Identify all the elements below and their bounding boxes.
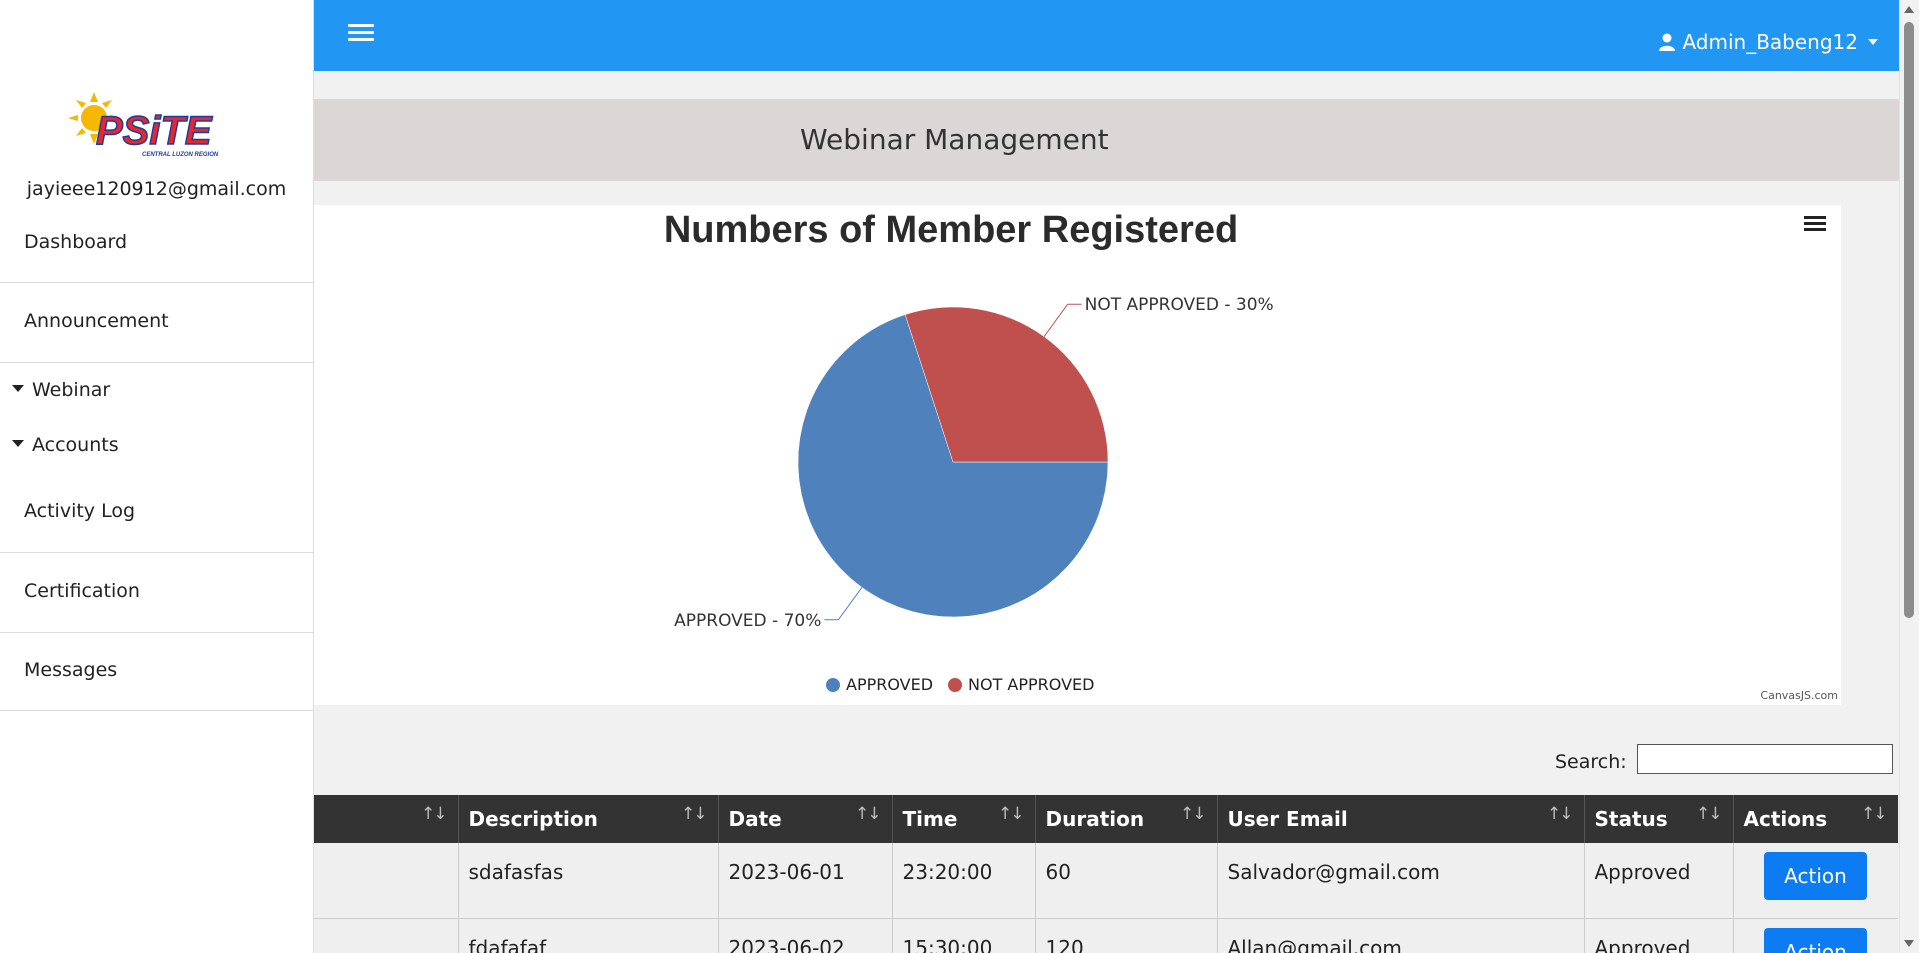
sidebar-item-dashboard[interactable]: Dashboard — [0, 231, 313, 283]
cell-status: Approved — [1584, 843, 1734, 919]
legend-label[interactable]: APPROVED — [846, 675, 933, 694]
page-title: Webinar Management — [800, 123, 1109, 156]
action-button[interactable]: Action — [1764, 852, 1867, 900]
cell-title — [313, 843, 459, 919]
column-header-actions[interactable]: Actions ↑↓ — [1733, 795, 1898, 843]
user-name: Admin_Babeng12 — [1682, 30, 1858, 54]
sidebar-item-certification[interactable]: Certification — [0, 580, 313, 633]
sidebar-email: jayieee120912@gmail.com — [26, 178, 287, 200]
search-input[interactable] — [1637, 744, 1893, 774]
chart-container: Numbers of Member Registered APPROVED - … — [313, 205, 1841, 705]
page-scrollbar[interactable] — [1899, 0, 1919, 953]
cell-actions: Action — [1733, 843, 1898, 919]
legend-marker[interactable] — [948, 678, 962, 692]
cell-time: 15:30:00 — [892, 918, 1036, 953]
top-navbar: Admin_Babeng12 — [313, 0, 1900, 71]
cell-date: 2023-06-01 — [718, 843, 893, 919]
column-header-time[interactable]: Time ↑↓ — [892, 795, 1036, 843]
sidebar-item-activity-log[interactable]: Activity Log — [0, 500, 313, 553]
cell-description: sdafasfas — [458, 843, 719, 919]
pie-chart: Numbers of Member Registered APPROVED - … — [664, 209, 1274, 694]
sidebar-item-label: Certification — [24, 580, 140, 602]
psite-logo: PSiTE CENTRAL LUZON REGION — [68, 92, 219, 158]
sidebar-item-accounts[interactable]: Accounts — [0, 434, 313, 464]
column-header-description[interactable]: Description ↑↓ — [458, 795, 719, 843]
cell-email: Salvador@gmail.com — [1217, 843, 1585, 919]
webinar-table-container: ↑↓ Description ↑↓ Date ↑↓ Time ↑↓ Duration ↑… — [313, 795, 1898, 953]
caret-down-icon — [12, 440, 24, 447]
sort-icon[interactable]: ↑↓ — [855, 804, 881, 824]
pie-label-line — [1043, 303, 1082, 337]
table-header-row: ↑↓ Description ↑↓ Date ↑↓ Time ↑↓ Duration ↑… — [313, 795, 1898, 843]
sidebar-item-webinar[interactable]: Webinar — [0, 379, 313, 409]
sidebar-item-label: Announcement — [24, 310, 169, 332]
cell-date: 2023-06-02 — [718, 918, 893, 953]
sort-icon[interactable]: ↑↓ — [1180, 804, 1206, 824]
pie-label: APPROVED - 70% — [674, 611, 821, 631]
scroll-down-icon[interactable] — [1904, 940, 1914, 947]
column-header-title[interactable]: ↑↓ — [313, 795, 459, 843]
caret-down-icon — [1868, 39, 1878, 45]
sort-icon[interactable]: ↑↓ — [1861, 804, 1887, 824]
sort-icon[interactable]: ↑↓ — [421, 804, 447, 824]
column-header-date[interactable]: Date ↑↓ — [718, 795, 893, 843]
chart-menu-icon[interactable] — [1804, 213, 1826, 235]
cell-status: Approved — [1584, 918, 1734, 953]
sort-icon[interactable]: ↑↓ — [1547, 804, 1573, 824]
cell-duration: 120 — [1035, 918, 1218, 953]
legend-marker[interactable] — [826, 678, 840, 692]
column-header-status[interactable]: Status ↑↓ — [1584, 795, 1734, 843]
user-menu[interactable]: Admin_Babeng12 — [1658, 30, 1878, 54]
pie-label: NOT APPROVED - 30% — [1085, 295, 1274, 315]
legend-label[interactable]: NOT APPROVED — [968, 675, 1094, 694]
column-header-duration[interactable]: Duration ↑↓ — [1035, 795, 1218, 843]
sidebar-item-label: Dashboard — [24, 231, 128, 253]
table-row: fdafafaf 2023-06-02 15:30:00 120 Allan@g… — [313, 918, 1898, 953]
sidebar-item-label: Accounts — [32, 434, 119, 456]
sidebar-item-announcement[interactable]: Announcement — [0, 310, 313, 363]
cell-email: Allan@gmail.com — [1217, 918, 1585, 953]
action-button[interactable]: Action — [1764, 927, 1867, 953]
table-row: sdafasfas 2023-06-01 23:20:00 60 Salvado… — [313, 843, 1898, 919]
cell-actions: Action — [1733, 918, 1898, 953]
page-title-band: Webinar Management — [313, 99, 1900, 181]
svg-text:CENTRAL LUZON REGION: CENTRAL LUZON REGION — [142, 152, 219, 158]
sidebar-item-label: Messages — [24, 659, 118, 681]
scrollbar-thumb[interactable] — [1904, 22, 1914, 618]
cell-description: fdafafaf — [458, 918, 719, 953]
sidebar: PSiTE CENTRAL LUZON REGION jayieee120912… — [0, 0, 314, 953]
user-icon — [1659, 33, 1676, 51]
sidebar-item-messages[interactable]: Messages — [0, 659, 313, 711]
pie-label-line — [824, 587, 863, 621]
caret-down-icon — [12, 385, 24, 392]
menu-toggle-icon[interactable] — [348, 20, 374, 46]
cell-title — [313, 918, 459, 953]
scroll-up-icon[interactable] — [1904, 6, 1914, 13]
sort-icon[interactable]: ↑↓ — [998, 804, 1024, 824]
sidebar-item-label: Webinar — [32, 379, 111, 401]
sort-icon[interactable]: ↑↓ — [681, 804, 707, 824]
logo-text: PSiTE — [96, 109, 213, 153]
cell-time: 23:20:00 — [892, 843, 1036, 919]
cell-duration: 60 — [1035, 843, 1218, 919]
chart-title: Numbers of Member Registered — [664, 209, 1238, 251]
column-header-user-email[interactable]: User Email ↑↓ — [1217, 795, 1585, 843]
sidebar-item-label: Activity Log — [24, 500, 136, 522]
chart-credit[interactable]: CanvasJS.com — [1760, 689, 1838, 702]
search-label: Search: — [1555, 751, 1627, 773]
sort-icon[interactable]: ↑↓ — [1696, 804, 1722, 824]
webinar-table: ↑↓ Description ↑↓ Date ↑↓ Time ↑↓ Duration ↑… — [313, 795, 1898, 953]
